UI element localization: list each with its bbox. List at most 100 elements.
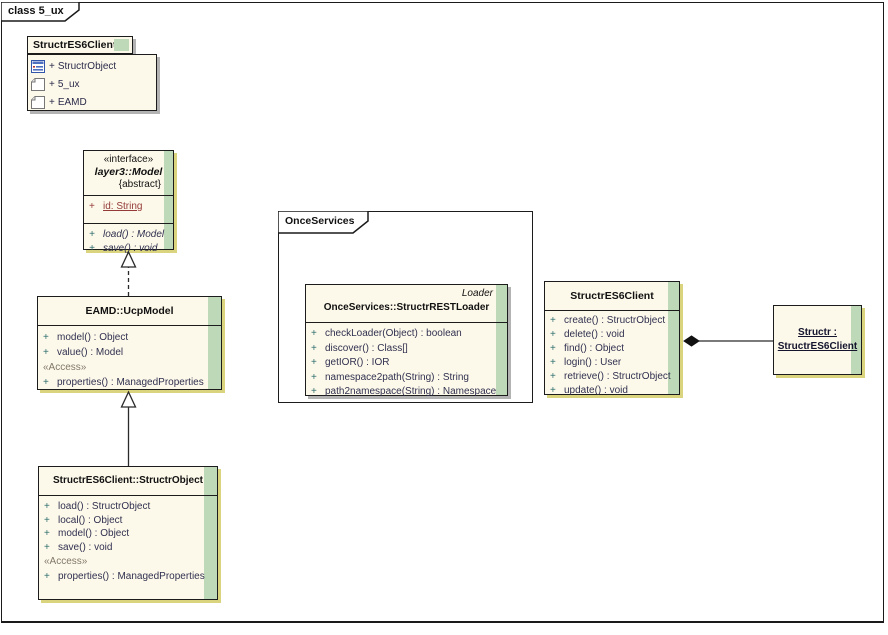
attribute-signature: id: String	[103, 200, 142, 214]
package-structres6client-body[interactable]: + StructrObject + 5_ux + EAMD	[27, 54, 157, 111]
visibility: +	[306, 356, 325, 371]
page-icon	[31, 96, 45, 109]
operation-signature: save() : void	[58, 541, 112, 555]
visibility: +	[306, 385, 325, 400]
attributes-compartment: + id: String	[84, 195, 173, 223]
boundary-label-text: OnceServices	[285, 215, 354, 227]
visibility: +	[39, 570, 58, 584]
package-item[interactable]: + EAMD	[28, 93, 156, 111]
operation: + load() : StructrObject	[39, 500, 217, 514]
interface-header: «interface» layer3::Model {abstract}	[84, 151, 173, 195]
diagram-canvas: class 5_ux StructrES6Client + StructrObj…	[0, 0, 888, 635]
visibility: +	[545, 342, 564, 356]
operation-signature: load() : StructrObject	[58, 500, 150, 514]
operation-signature: getIOR() : IOR	[325, 356, 389, 371]
operation-signature: properties() : ManagedProperties	[58, 570, 205, 584]
package-name: StructrES6Client	[33, 39, 116, 51]
visibility: +	[39, 500, 58, 514]
operation: + load() : Model	[84, 228, 173, 242]
operations-compartment: + load() : StructrObject + local() : Obj…	[39, 495, 217, 584]
visibility: +	[545, 328, 564, 342]
visibility: +	[545, 370, 564, 384]
visibility: +	[39, 514, 58, 528]
operation-signature: update() : void	[564, 384, 628, 398]
operations-compartment: + load() : Model + save() : void	[84, 223, 173, 256]
attribute: + id: String	[84, 200, 173, 214]
item-label: 5_ux	[58, 79, 80, 90]
class-eamd-ucpmodel[interactable]: EAMD::UcpModel + model() : Object + valu…	[37, 296, 222, 390]
visibility: +	[545, 314, 564, 328]
class-diagram-icon	[31, 60, 45, 73]
operation: + checkLoader(Object) : boolean	[306, 327, 507, 342]
operation: + path2namespace(String) : Namespace	[306, 385, 507, 400]
operation-signature: save() : void	[103, 242, 157, 256]
visibility: +	[38, 345, 57, 360]
operation: + properties() : ManagedProperties	[38, 376, 221, 390]
operation: + value() : Model	[38, 345, 221, 360]
class-layer3-model[interactable]: «interface» layer3::Model {abstract} + i…	[83, 150, 174, 250]
interface-name: layer3::Model	[84, 166, 173, 179]
item-visibility: +	[49, 61, 55, 72]
item-label: StructrObject	[58, 61, 116, 72]
visibility: +	[38, 376, 57, 390]
operation: + delete() : void	[545, 328, 679, 342]
operation: + retrieve() : StructrObject	[545, 370, 679, 384]
visibility: +	[306, 327, 325, 342]
visibility: +	[306, 371, 325, 386]
interface-stereotype: «interface»	[84, 154, 173, 166]
operation-signature: properties() : ManagedProperties	[57, 376, 204, 390]
object-structr-instance[interactable]: Structr : StructrES6Client	[773, 305, 862, 375]
class-name: OnceServices::StructrRESTLoader	[306, 300, 507, 315]
diagram-frame-label: class 5_ux	[1, 2, 81, 22]
package-item[interactable]: + StructrObject	[28, 57, 156, 75]
operation-signature: load() : Model	[103, 228, 164, 242]
class-header: Loader OnceServices::StructrRESTLoader	[306, 285, 507, 322]
object-name-line1: Structr :	[774, 326, 861, 340]
page-icon	[31, 78, 45, 91]
operation-signature: create() : StructrObject	[564, 314, 665, 328]
package-structres6client-tab[interactable]: StructrES6Client	[27, 36, 133, 54]
visibility: +	[39, 527, 58, 541]
operation-signature: namespace2path(String) : String	[325, 371, 469, 386]
class-onceservices-structrrestloader[interactable]: Loader OnceServices::StructrRESTLoader +…	[305, 284, 508, 396]
operation-signature: find() : Object	[564, 342, 624, 356]
onceservices-boundary-label: OnceServices	[278, 211, 370, 234]
package-tab-chip	[114, 39, 129, 51]
operation: + model() : Object	[38, 330, 221, 345]
operation: + discover() : Class[]	[306, 342, 507, 357]
visibility: +	[545, 384, 564, 398]
visibility: +	[84, 242, 103, 256]
operations-compartment: + checkLoader(Object) : boolean + discov…	[306, 322, 507, 400]
class-structres6client[interactable]: StructrES6Client + create() : StructrObj…	[544, 281, 680, 395]
access-stereotype: «Access»	[38, 360, 221, 376]
access-stereotype: «Access»	[39, 554, 217, 570]
class-structres6client-structrobject[interactable]: StructrES6Client::StructrObject + load()…	[38, 466, 218, 600]
operation-signature: value() : Model	[57, 345, 123, 360]
visibility: +	[84, 228, 103, 242]
item-visibility: +	[49, 97, 55, 108]
operation-signature: login() : User	[564, 356, 621, 370]
class-name: StructrES6Client	[545, 282, 679, 310]
operation-signature: model() : Object	[57, 330, 128, 345]
item-label: EAMD	[58, 97, 87, 108]
package-item[interactable]: + 5_ux	[28, 75, 156, 93]
operation: + login() : User	[545, 356, 679, 370]
visibility: +	[39, 541, 58, 555]
class-name: StructrES6Client::StructrObject	[39, 467, 217, 495]
operation-signature: checkLoader(Object) : boolean	[325, 327, 462, 342]
operation: + save() : void	[84, 242, 173, 256]
class-tag: Loader	[306, 287, 507, 300]
item-visibility: +	[49, 79, 55, 90]
object-name-line2: StructrES6Client	[774, 340, 861, 354]
frame-label-text: class 5_ux	[8, 5, 64, 17]
operation: + model() : Object	[39, 527, 217, 541]
class-name: EAMD::UcpModel	[38, 297, 221, 325]
operation-signature: delete() : void	[564, 328, 625, 342]
operation: + find() : Object	[545, 342, 679, 356]
visibility: +	[84, 200, 103, 214]
operation: + update() : void	[545, 384, 679, 398]
operation-signature: local() : Object	[58, 514, 122, 528]
operation: + namespace2path(String) : String	[306, 371, 507, 386]
visibility: +	[545, 356, 564, 370]
operation-signature: retrieve() : StructrObject	[564, 370, 671, 384]
